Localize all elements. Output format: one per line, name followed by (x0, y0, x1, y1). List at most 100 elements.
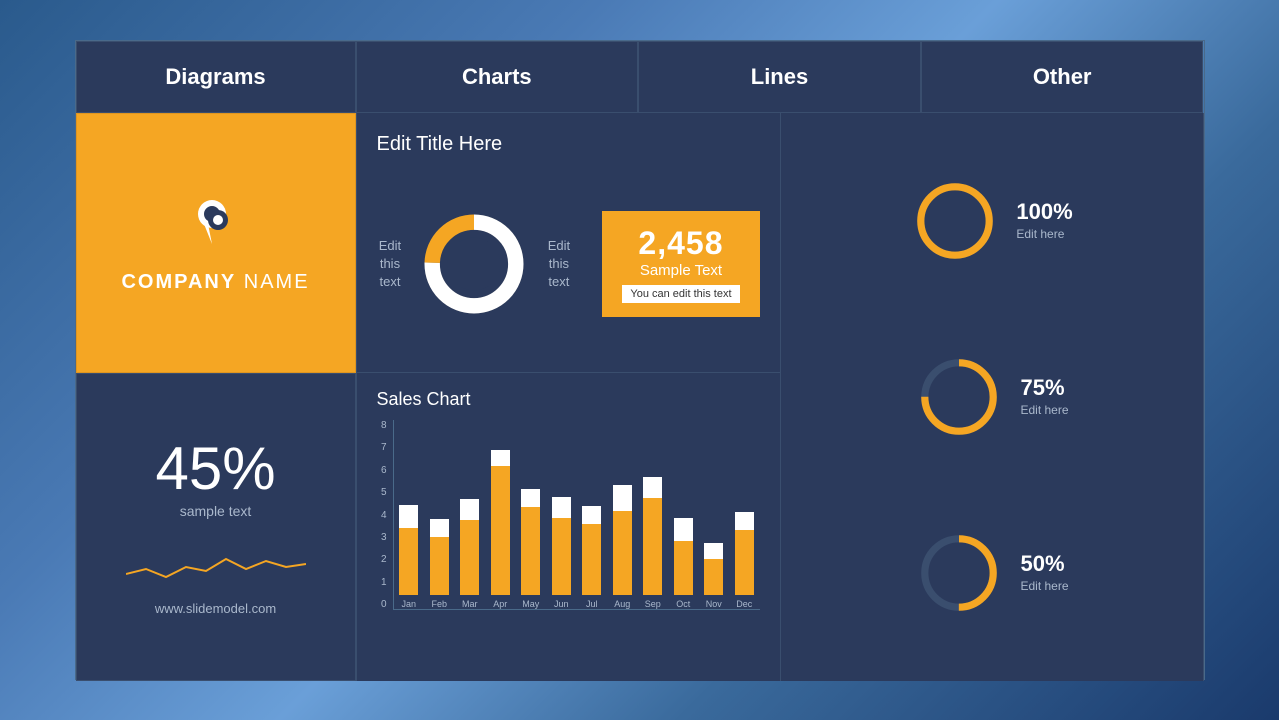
bar-chart: 8 7 6 5 4 3 2 1 0 JanFebMarAprMayJunJulA… (377, 420, 760, 610)
bar-wrapper (487, 440, 514, 595)
bars-container: JanFebMarAprMayJunJulAugSepOctNovDec (393, 420, 760, 610)
company-logo (186, 192, 246, 257)
bar-bottom (674, 541, 693, 595)
gauge-item: 75% Edit here (914, 352, 1068, 442)
bar-label: Jan (401, 599, 416, 609)
gauge-svg (914, 352, 1004, 442)
gauge-item: 100% Edit here (910, 176, 1072, 266)
bar-label: Jun (554, 599, 569, 609)
bar-bottom (613, 511, 632, 595)
right-column: 100% Edit here 75% Edit here 50% Edit here (780, 113, 1204, 681)
header-charts[interactable]: Charts (356, 41, 639, 113)
gauge-percent: 50% (1020, 551, 1068, 577)
bar-group: Dec (731, 440, 758, 609)
bar-wrapper (396, 440, 423, 595)
bar-label: Feb (431, 599, 447, 609)
gauge-percent: 100% (1016, 199, 1072, 225)
bar-wrapper (670, 440, 697, 595)
bar-group: Aug (609, 440, 636, 609)
bar-top (735, 512, 754, 530)
bar-label: Aug (614, 599, 630, 609)
stat-number: 2,458 (622, 225, 739, 262)
bar-bottom (735, 530, 754, 595)
bar-group: Nov (701, 440, 728, 609)
stat-box: 2,458 Sample Text You can edit this text (602, 211, 759, 317)
charts-label: Charts (462, 64, 532, 90)
bar-group: Oct (670, 440, 697, 609)
bar-label: Apr (493, 599, 507, 609)
company-name: COMPANY NAME (121, 271, 309, 294)
bar-group: Sep (640, 440, 667, 609)
company-name-bold: COMPANY (121, 271, 236, 293)
stat-sub: You can edit this text (622, 285, 739, 303)
bar-label: Dec (736, 599, 752, 609)
edit-title[interactable]: Edit Title Here (377, 133, 760, 156)
bar-label: Oct (676, 599, 690, 609)
gauge-text: 75% Edit here (1020, 375, 1068, 419)
bar-bottom (460, 520, 479, 595)
dashboard: Diagrams Charts Lines Other (75, 40, 1205, 680)
right-edit-label: Edit this text (545, 237, 572, 292)
bar-bottom (430, 537, 449, 595)
gauge-edit-label: Edit here (1020, 403, 1068, 417)
charts-top: Edit Title Here Edit this text (357, 113, 780, 373)
gauge-text: 50% Edit here (1020, 551, 1068, 595)
bar-wrapper (609, 440, 636, 595)
donut-section: Edit this text (377, 209, 573, 319)
bar-label: Mar (462, 599, 478, 609)
sales-section: Sales Chart 8 7 6 5 4 3 2 1 0 JanFebMarA (357, 373, 780, 681)
charts-top-content: Edit this text (377, 176, 760, 352)
bar-wrapper (731, 440, 758, 595)
bar-bottom (491, 466, 510, 595)
bar-wrapper (640, 440, 667, 595)
bar-top (674, 518, 693, 541)
bar-group: Apr (487, 440, 514, 609)
donut-svg (419, 209, 529, 319)
gauge-edit-label: Edit here (1020, 579, 1068, 593)
left-edit-label: Edit this text (377, 237, 404, 292)
lines-label: Lines (751, 64, 808, 90)
bar-bottom (704, 559, 723, 595)
gauge-svg (910, 176, 1000, 266)
header-other[interactable]: Other (921, 41, 1204, 113)
gauge-text: 100% Edit here (1016, 199, 1072, 243)
bar-top (491, 450, 510, 466)
sample-text: sample text (180, 503, 252, 519)
bar-wrapper (426, 440, 453, 595)
bar-bottom (552, 518, 571, 596)
bar-top (521, 489, 540, 507)
bar-bottom (582, 524, 601, 595)
bar-group: Jan (396, 440, 423, 609)
bar-group: Feb (426, 440, 453, 609)
company-name-light: NAME (236, 271, 309, 293)
bar-top (552, 497, 571, 518)
header-lines[interactable]: Lines (638, 41, 921, 113)
bar-group: May (518, 440, 545, 609)
bar-group: Mar (457, 440, 484, 609)
bar-top (613, 485, 632, 511)
gauge-item: 50% Edit here (914, 528, 1068, 618)
header-diagrams[interactable]: Diagrams (76, 41, 356, 113)
content-row: COMPANY NAME 45% sample text www.slidemo… (76, 113, 1204, 681)
header-row: Diagrams Charts Lines Other (76, 41, 1204, 113)
bar-bottom (399, 528, 418, 595)
mini-line-chart (126, 539, 306, 589)
left-column: COMPANY NAME 45% sample text www.slidemo… (76, 113, 356, 681)
gauge-svg (914, 528, 1004, 618)
bar-wrapper (548, 440, 575, 595)
middle-column: Edit Title Here Edit this text (356, 113, 780, 681)
bar-wrapper (457, 440, 484, 595)
donut-chart (419, 209, 529, 319)
pin-icon (186, 192, 246, 252)
stat-label: Sample Text (622, 262, 739, 279)
website-text: www.slidemodel.com (155, 601, 276, 616)
bar-top (430, 519, 449, 537)
bar-label: Nov (706, 599, 722, 609)
stats-box: 45% sample text www.slidemodel.com (76, 373, 356, 681)
gauge-percent: 75% (1020, 375, 1068, 401)
gauge-edit-label: Edit here (1016, 227, 1064, 241)
big-percent: 45% (155, 439, 275, 499)
y-axis: 8 7 6 5 4 3 2 1 0 (377, 420, 391, 610)
bar-label: Sep (645, 599, 661, 609)
bar-top (704, 543, 723, 559)
